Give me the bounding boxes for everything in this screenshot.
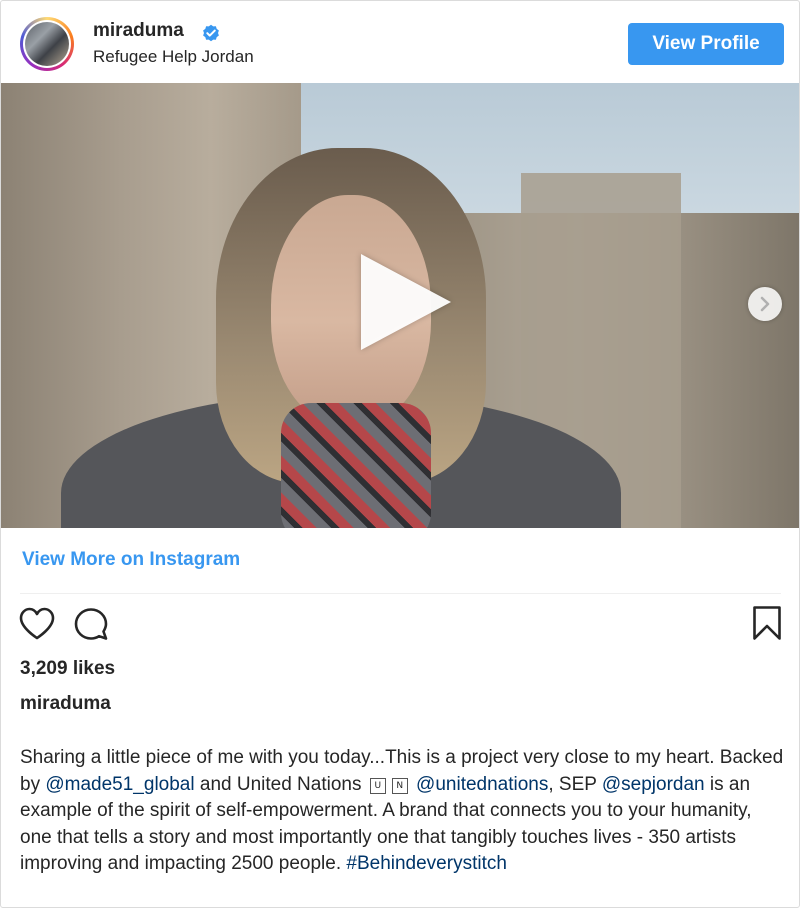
regional-indicator-n-icon: N [391, 777, 408, 794]
view-more-link[interactable]: View More on Instagram [22, 549, 240, 571]
caption-author[interactable]: miraduma [20, 693, 111, 715]
verified-badge-icon [203, 24, 219, 42]
chevron-right-icon [760, 296, 770, 312]
regional-indicator-u-icon: U [369, 777, 386, 794]
view-profile-button[interactable]: View Profile [628, 23, 784, 65]
username[interactable]: miraduma [93, 20, 184, 42]
likes-count[interactable]: 3,209 likes [20, 658, 115, 680]
avatar[interactable] [20, 17, 74, 71]
hashtag-behindeverystitch[interactable]: #Behindeverystitch [346, 853, 507, 874]
play-icon[interactable] [361, 254, 451, 350]
bookmark-icon[interactable] [752, 605, 782, 641]
divider [20, 593, 781, 594]
post-header: miraduma Refugee Help Jordan View Profil… [1, 1, 799, 83]
heart-icon[interactable] [19, 607, 55, 641]
mention-sepjordan[interactable]: @sepjordan [602, 774, 705, 795]
comment-icon[interactable] [73, 607, 109, 643]
avatar-image [25, 22, 69, 66]
instagram-embed-card: miraduma Refugee Help Jordan View Profil… [0, 0, 800, 908]
mention-made51-global[interactable]: @made51_global [45, 774, 194, 795]
next-media-button[interactable] [748, 287, 782, 321]
mention-unitednations[interactable]: @unitednations [416, 774, 548, 795]
caption-text: Sharing a little piece of me with you to… [20, 747, 784, 874]
location-label[interactable]: Refugee Help Jordan [93, 47, 254, 67]
post-video[interactable] [1, 83, 799, 528]
